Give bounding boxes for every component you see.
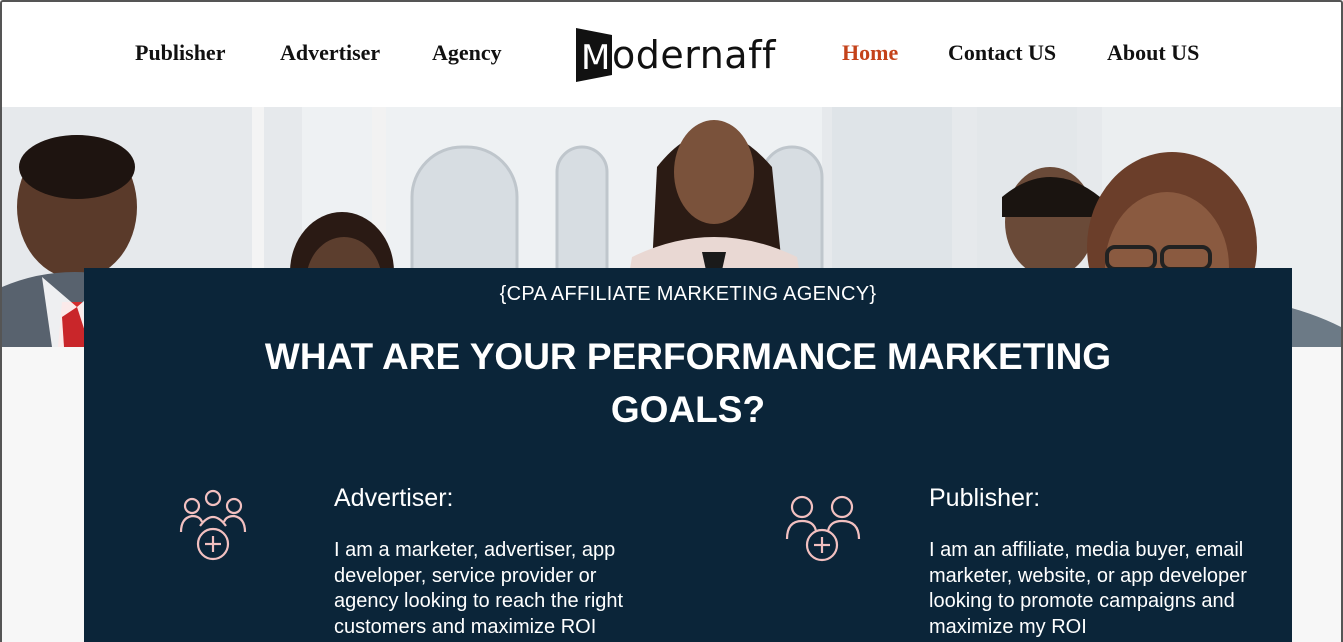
nav-home[interactable]: Home <box>842 40 898 66</box>
logo-mark-letter: M <box>581 38 610 78</box>
nav-about-us[interactable]: About US <box>1107 40 1199 66</box>
site-header: Publisher Advertiser Agency M odernaff H… <box>2 2 1341 107</box>
group-plus-icon <box>178 488 248 571</box>
logo[interactable]: M odernaff <box>574 26 776 84</box>
nav-agency[interactable]: Agency <box>432 40 502 66</box>
publisher-description: I am an affiliate, media buyer, email ma… <box>929 539 1247 638</box>
section-headline: WHAT ARE YOUR PERFORMANCE MARKETING GOAL… <box>264 336 1112 430</box>
logo-text: odernaff <box>612 33 776 77</box>
advertiser-description: I am a marketer, advertiser, app develop… <box>334 539 624 638</box>
nav-publisher[interactable]: Publisher <box>135 40 225 66</box>
advertiser-title: Advertiser: <box>334 484 454 512</box>
pair-plus-icon <box>784 493 862 570</box>
goals-panel: {CPA AFFILIATE MARKETING AGENCY} WHAT AR… <box>84 268 1292 642</box>
publisher-title: Publisher: <box>929 484 1041 512</box>
section-kicker: {CPA AFFILIATE MARKETING AGENCY} <box>499 283 877 305</box>
nav-contact-us[interactable]: Contact US <box>948 40 1056 66</box>
browser-viewport: Publisher Advertiser Agency M odernaff H… <box>0 0 1343 642</box>
nav-advertiser[interactable]: Advertiser <box>280 40 380 66</box>
logo-mark-icon: M <box>576 28 612 82</box>
